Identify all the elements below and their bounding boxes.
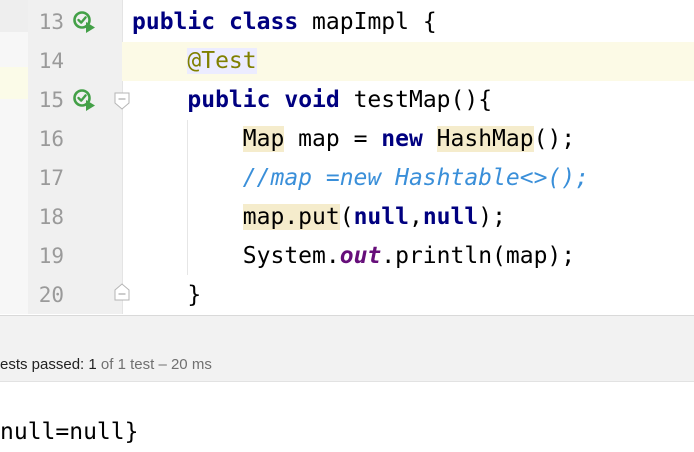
- strip-line-highlight: [0, 67, 28, 99]
- field-token: out: [339, 243, 382, 269]
- comment-token: //map =new Hashtable<>();: [242, 165, 589, 191]
- highlighted-token: Map: [242, 126, 285, 152]
- code-token: mapImpl {: [298, 9, 437, 35]
- status-separator: –: [158, 356, 167, 373]
- console-line: null=null}: [0, 419, 139, 445]
- annotation-token: @Test: [187, 48, 257, 74]
- highlighted-token: HashMap: [436, 126, 534, 152]
- code-token: }: [132, 282, 202, 308]
- line-number: 16: [38, 127, 64, 151]
- keyword-token: void: [284, 87, 340, 113]
- code-line[interactable]: map.put(null,null);: [132, 198, 506, 237]
- code-line[interactable]: public void testMap(){: [132, 81, 492, 120]
- code-token: (: [339, 204, 354, 230]
- code-token: testMap(){: [339, 87, 493, 113]
- line-number: 14: [38, 49, 64, 73]
- code-token: ();: [533, 126, 576, 152]
- tests-passed-count: 1: [88, 356, 97, 373]
- highlighted-token: map.put: [242, 204, 340, 230]
- console-output[interactable]: null=null}: [0, 382, 694, 452]
- strip-top-highlight: [0, 0, 28, 32]
- test-status-bar: ests passed: 1 of 1 test – 20 ms: [0, 349, 694, 382]
- code-line[interactable]: Map map = new HashMap();: [132, 120, 575, 159]
- run-toolbar: [0, 315, 694, 350]
- line-number: 17: [38, 166, 64, 190]
- run-test-icon[interactable]: [72, 88, 96, 112]
- keyword-token: public: [187, 87, 271, 113]
- line-number: 20: [38, 283, 64, 307]
- test-duration: 20 ms: [170, 356, 212, 373]
- code-editor: 13 14 15 16 17 18 19 20 public class map…: [0, 0, 694, 314]
- line-number: 18: [38, 205, 64, 229]
- code-line[interactable]: System.out.println(map);: [132, 237, 575, 276]
- tests-total: of 1 test: [100, 356, 155, 373]
- code-token: System.: [132, 243, 340, 269]
- fold-end-icon[interactable]: [113, 283, 131, 301]
- keyword-token: class: [228, 9, 299, 35]
- run-test-icon[interactable]: [72, 10, 96, 34]
- line-number: 13: [38, 10, 64, 34]
- code-line[interactable]: //map =new Hashtable<>();: [132, 159, 589, 198]
- code-token: ,: [408, 204, 423, 230]
- code-token: map =: [284, 126, 382, 152]
- fold-icon[interactable]: [113, 92, 131, 110]
- keyword-token: public: [132, 9, 216, 35]
- code-line[interactable]: @Test: [132, 42, 257, 81]
- line-number: 19: [38, 244, 64, 268]
- code-line[interactable]: public class mapImpl {: [132, 3, 437, 42]
- keyword-token: null: [353, 204, 409, 230]
- code-line[interactable]: }: [132, 276, 201, 314]
- keyword-token: null: [422, 204, 479, 230]
- code-token: );: [478, 204, 506, 230]
- keyword-token: new: [381, 126, 423, 152]
- line-number: 15: [38, 88, 64, 112]
- tool-window-strip: [0, 0, 28, 314]
- tests-passed-label: ests passed:: [0, 356, 85, 373]
- code-token: .println(map);: [381, 243, 576, 269]
